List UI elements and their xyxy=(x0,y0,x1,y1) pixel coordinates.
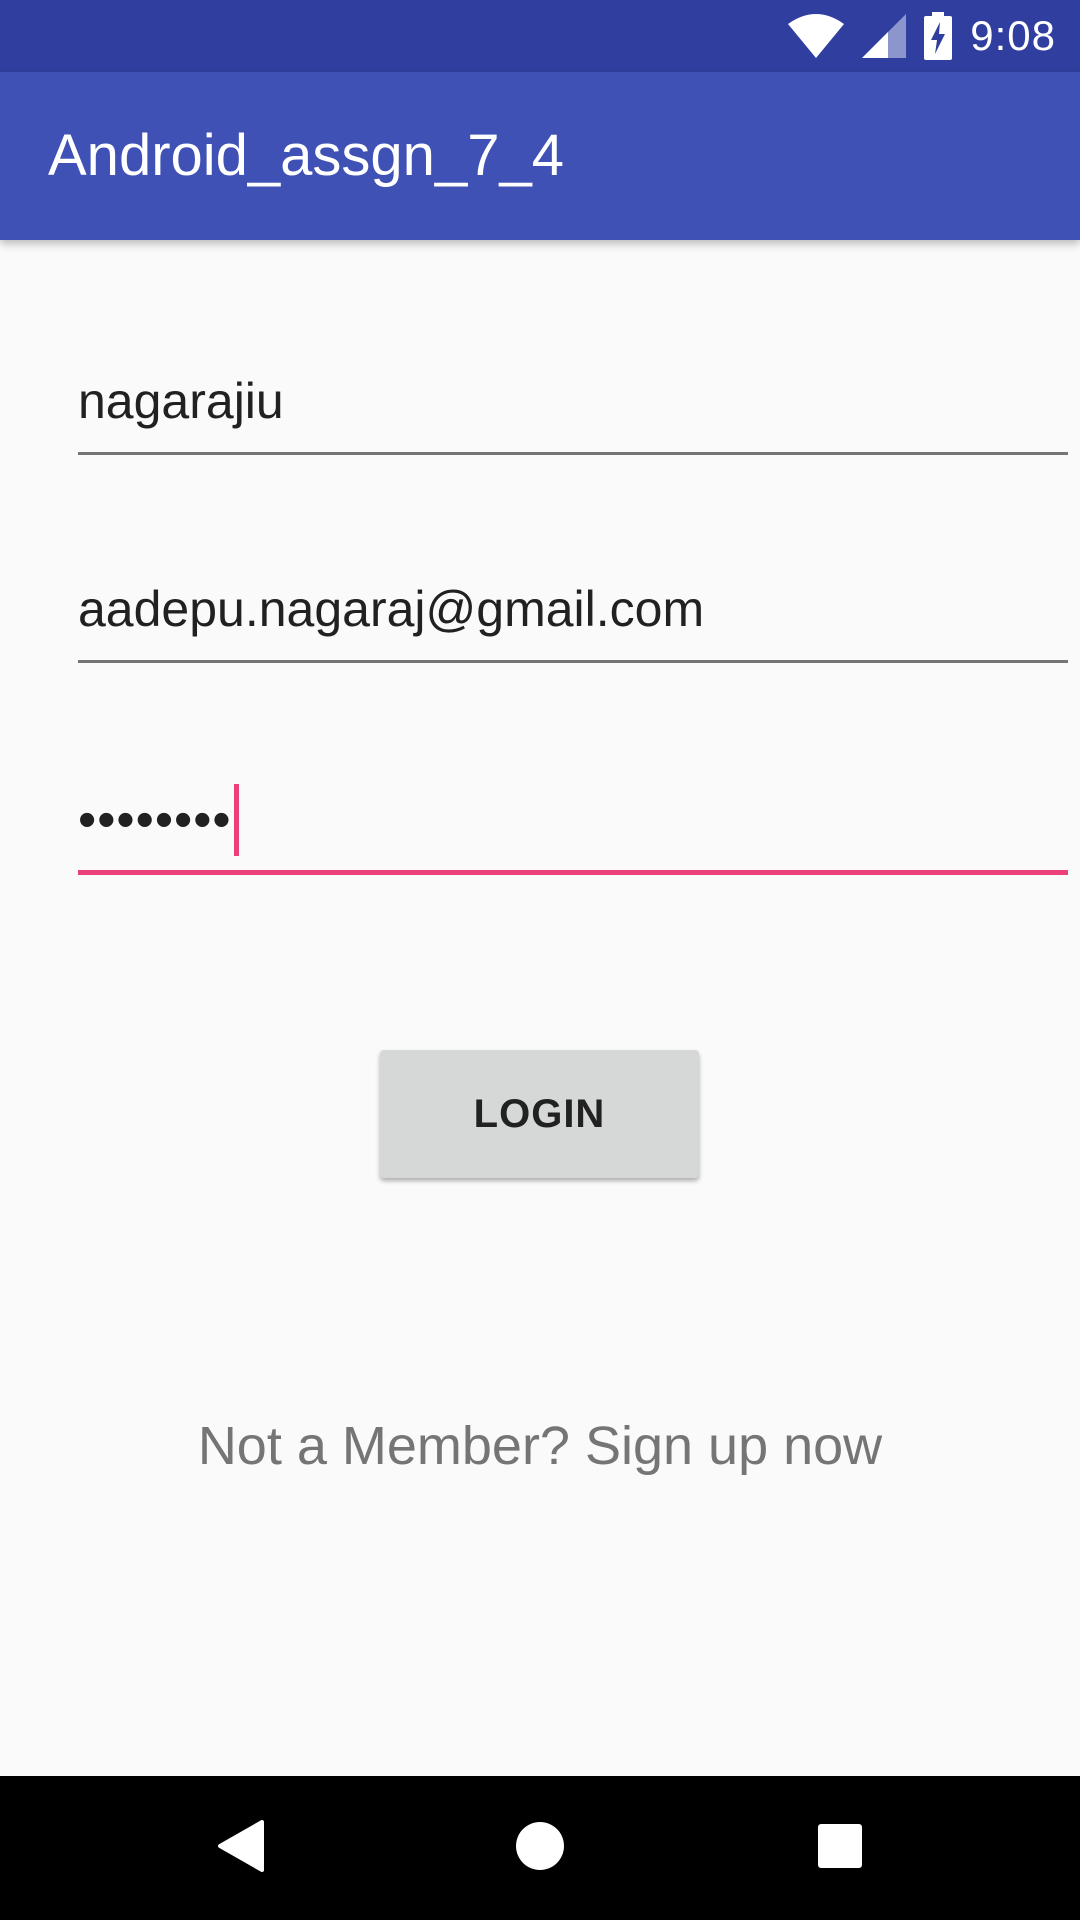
status-bar: 9:08 xyxy=(0,0,1080,72)
email-underline xyxy=(78,660,1068,663)
home-icon xyxy=(515,1821,565,1876)
password-row: •••••••• xyxy=(78,784,1068,856)
login-screen: 9:08 Android_assgn_7_4 nagarajiu aadepu.… xyxy=(0,0,1080,1920)
back-icon xyxy=(216,1819,264,1877)
password-field[interactable]: •••••••• xyxy=(78,784,1068,875)
wifi-icon xyxy=(788,14,845,58)
app-bar: Android_assgn_7_4 xyxy=(0,72,1080,240)
text-cursor xyxy=(233,784,239,856)
recents-button[interactable] xyxy=(768,1776,912,1920)
navigation-bar xyxy=(0,1776,1080,1920)
password-underline-focused xyxy=(78,870,1068,875)
email-field[interactable]: aadepu.nagaraj@gmail.com xyxy=(78,580,1068,663)
username-value: nagarajiu xyxy=(78,373,284,429)
username-field[interactable]: nagarajiu xyxy=(78,372,1068,455)
status-icons: 9:08 xyxy=(788,0,1056,72)
app-title: Android_assgn_7_4 xyxy=(48,123,564,188)
status-time: 9:08 xyxy=(970,12,1056,59)
login-button[interactable]: LOGIN xyxy=(380,1050,699,1178)
battery-charging-icon xyxy=(924,12,953,60)
signup-link[interactable]: Not a Member? Sign up now xyxy=(0,1415,1080,1477)
signal-icon xyxy=(862,14,907,58)
home-button[interactable] xyxy=(468,1776,612,1920)
back-button[interactable] xyxy=(168,1776,312,1920)
username-underline xyxy=(78,452,1068,455)
email-value: aadepu.nagaraj@gmail.com xyxy=(78,581,705,637)
password-value: •••••••• xyxy=(78,791,232,849)
recents-icon xyxy=(817,1823,863,1874)
